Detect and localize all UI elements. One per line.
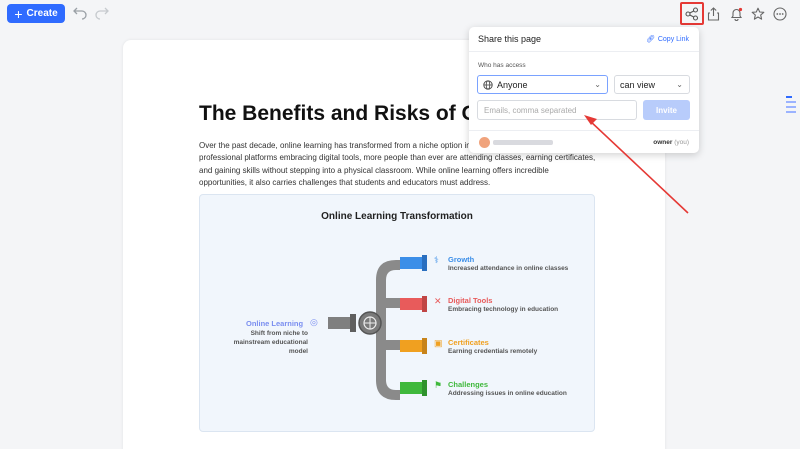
- source-label: Online Learning: [246, 319, 304, 328]
- permission-select-value: can view: [620, 79, 656, 90]
- globe-icon: [483, 79, 493, 90]
- pipe-diagram: [328, 255, 427, 400]
- branch-certificates-label: Certificates: [448, 338, 489, 347]
- chevron-down-icon: ⌄: [594, 80, 601, 89]
- divider: [469, 130, 699, 131]
- challenge-icon: ⚑: [434, 380, 443, 390]
- link-icon: 🔗︎: [645, 36, 655, 43]
- share-popup-title: Share this page: [478, 34, 542, 44]
- create-button[interactable]: + Create: [7, 4, 65, 23]
- share-popup: Share this page 🔗︎ Copy Link Who has acc…: [469, 27, 699, 153]
- chevron-down-icon: ⌄: [676, 80, 683, 89]
- share-icon[interactable]: [680, 2, 704, 25]
- branch-growth-pipe: [400, 257, 422, 269]
- copy-link-button[interactable]: 🔗︎ Copy Link: [645, 35, 689, 44]
- redo-icon[interactable]: [94, 5, 110, 21]
- create-button-label: Create: [26, 8, 58, 19]
- star-icon[interactable]: [748, 4, 768, 24]
- source-pipe-flange: [350, 314, 356, 332]
- branch-challenges-label: Challenges: [448, 380, 489, 389]
- source-description: Shift from niche to mainstream education…: [233, 330, 308, 355]
- branch-tools-label: Digital Tools: [448, 296, 493, 305]
- access-select-value: Anyone: [497, 79, 528, 90]
- permission-select[interactable]: can view ⌄: [614, 75, 690, 94]
- page-outline-marks[interactable]: [786, 96, 796, 116]
- source-pipe: [328, 317, 350, 329]
- online-learning-icon: ◎: [310, 317, 318, 327]
- copy-link-label: Copy Link: [657, 35, 689, 43]
- branch-challenges-pipe: [400, 382, 422, 394]
- page-title[interactable]: The Benefits and Risks of Onl: [199, 102, 497, 126]
- growth-icon: ⚕: [434, 255, 439, 265]
- owner-role: owner (you): [653, 139, 689, 146]
- access-select[interactable]: Anyone ⌄: [477, 75, 608, 94]
- branch-certificates-pipe: [400, 340, 422, 352]
- tools-icon: ✕: [434, 296, 442, 306]
- undo-icon[interactable]: [72, 5, 88, 21]
- owner-name-redacted: [493, 140, 553, 145]
- avatar: [479, 137, 490, 148]
- who-has-access-label: Who has access: [478, 62, 526, 69]
- top-toolbar: + Create: [0, 0, 800, 28]
- more-icon[interactable]: [770, 4, 790, 24]
- branch-tools-description: Embracing technology in education: [448, 306, 559, 313]
- branch-growth-description: Increased attendance in online classes: [448, 265, 569, 272]
- certificate-icon: ▣: [434, 338, 443, 348]
- bell-icon[interactable]: [726, 4, 746, 24]
- trunk-pipe: [376, 260, 400, 400]
- plus-icon: +: [14, 5, 23, 22]
- branch-certificates-description: Earning credentials remotely: [448, 348, 538, 355]
- branch-challenges-description: Addressing issues in online education: [448, 390, 567, 397]
- divider: [469, 51, 699, 52]
- branch-growth-label: Growth: [448, 255, 475, 264]
- emails-input[interactable]: Emails, comma separated: [477, 100, 637, 120]
- infographic[interactable]: Online Learning Transformation Online Le…: [199, 194, 595, 432]
- branch-tools-pipe: [400, 298, 422, 310]
- upload-icon[interactable]: [703, 4, 723, 24]
- invite-button[interactable]: Invite: [643, 100, 690, 120]
